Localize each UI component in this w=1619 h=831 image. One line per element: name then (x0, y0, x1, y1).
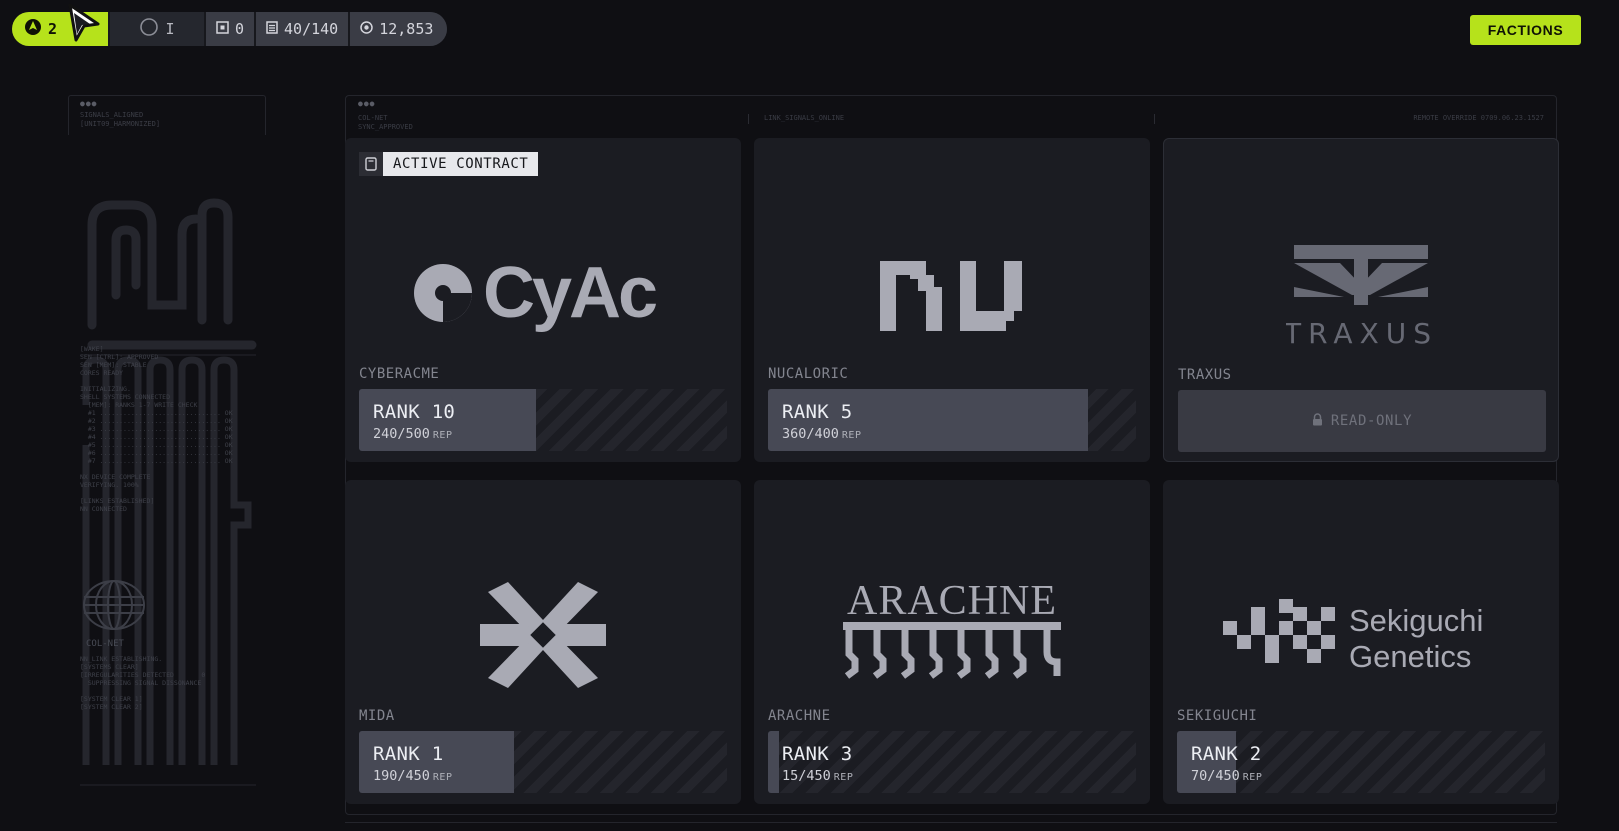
capacity-icon (266, 20, 278, 38)
read-only-status: READ-ONLY (1178, 390, 1546, 452)
vault-stat[interactable]: 0 (206, 12, 257, 46)
frame-divider (748, 114, 749, 124)
contract-icon (359, 152, 383, 176)
reputation-value: 15/450 REP (782, 768, 854, 784)
sekiguchi-logo-text: Sekiguchi (1349, 603, 1483, 638)
capacity-stat[interactable]: 40/140 (256, 12, 351, 46)
reputation-bar: RANK 5 360/400 REP (768, 389, 1136, 451)
lock-icon (1312, 412, 1323, 430)
player-level-value: 2 (48, 20, 58, 38)
faction-name: MIDA (359, 708, 395, 724)
prestige-indicator[interactable]: I (110, 12, 206, 46)
boot-log: [WAKE] SEN [CTRL]: APPROVED SEN [MEM]: S… (80, 345, 233, 513)
globe-icon (83, 580, 145, 630)
rank-label: RANK 3 (782, 743, 853, 765)
frame-label-left: COL-NET SYNC_APPROVED (358, 114, 413, 131)
reputation-bar: RANK 2 70/450 REP (1177, 731, 1545, 793)
prestige-icon (139, 17, 159, 41)
credits-stat[interactable]: 12,853 (350, 12, 448, 46)
credits-value: 12,853 (379, 20, 434, 38)
arachne-logo-text: ARACHNE (847, 580, 1057, 624)
active-contract-badge: ACTIVE CONTRACT (359, 152, 539, 176)
panel-header: SIGNALS_ALIGNED [UNIT09_HARMONIZED] (80, 111, 161, 128)
active-contract-label: ACTIVE CONTRACT (383, 152, 539, 176)
prestige-value: I (165, 20, 175, 38)
vault-icon (216, 20, 229, 38)
faction-name: NUCALORIC (768, 366, 849, 382)
rank-label: RANK 1 (373, 743, 444, 765)
faction-card-sekiguchi[interactable]: Sekiguchi Genetics SEKIGUCHI RANK 2 70/4… (1163, 480, 1559, 804)
window-dots: ●●● (358, 99, 376, 108)
cyberacme-logo-text: CyAc (483, 253, 656, 333)
reputation-bar: RANK 1 190/450 REP (359, 731, 727, 793)
credits-icon (360, 20, 373, 38)
reputation-value: 360/400 REP (782, 426, 862, 442)
globe-label: COL-NET (86, 639, 124, 649)
frame-label-mid: LINK_SIGNALS_ONLINE (764, 114, 845, 122)
faction-card-mida[interactable]: MIDA RANK 1 190/450 REP (345, 480, 741, 804)
rank-label: RANK 10 (373, 401, 456, 423)
window-dots: ●●● (80, 99, 98, 108)
vault-value: 0 (235, 20, 245, 38)
faction-card-cyberacme[interactable]: ACTIVE CONTRACT CyAc CYBERACME RANK 10 2… (345, 138, 741, 462)
faction-card-nucaloric[interactable]: NUCALORIC RANK 5 360/400 REP (754, 138, 1150, 462)
sekiguchi-logo-subtext: Genetics (1349, 639, 1471, 674)
link-log: NN_LINK ESTABLISHING. [SYSTEMS CLEAR] [I… (80, 655, 206, 711)
faction-card-arachne[interactable]: ARACHNE ARACHNE RANK 3 15/450 REP (754, 480, 1150, 804)
reputation-bar: RANK 10 240/500 REP (359, 389, 727, 451)
level-icon (24, 18, 42, 40)
system-log-panel: ●●● SIGNALS_ALIGNED [UNIT09_HARMONIZED] … (68, 95, 268, 800)
frame-divider (1154, 114, 1155, 124)
mida-logo (345, 520, 741, 750)
faction-name: CYBERACME (359, 366, 440, 382)
rank-label: RANK 5 (782, 401, 853, 423)
reputation-value: 240/500 REP (373, 426, 453, 442)
faction-name: TRAXUS (1178, 367, 1232, 383)
read-only-label: READ-ONLY (1330, 413, 1413, 429)
factions-button[interactable]: FACTIONS (1470, 15, 1581, 45)
reputation-value: 190/450 REP (373, 768, 453, 784)
rank-label: RANK 2 (1191, 743, 1262, 765)
frame-bottom-line (345, 822, 1557, 823)
frame-label-right: REMOTE OVERRIDE 0709.06.23.1527 (1413, 114, 1544, 122)
reputation-bar: RANK 3 15/450 REP (768, 731, 1136, 793)
faction-name: SEKIGUCHI (1177, 708, 1258, 724)
faction-card-traxus[interactable]: TRAXUS TRAXUS READ-ONLY (1163, 138, 1559, 462)
traxus-logo-text: TRAXUS (1286, 317, 1436, 349)
cursor-icon (64, 2, 104, 46)
reputation-value: 70/450 REP (1191, 768, 1263, 784)
faction-name: ARACHNE (768, 708, 831, 724)
reputation-fill (768, 731, 780, 793)
capacity-value: 40/140 (284, 20, 339, 38)
